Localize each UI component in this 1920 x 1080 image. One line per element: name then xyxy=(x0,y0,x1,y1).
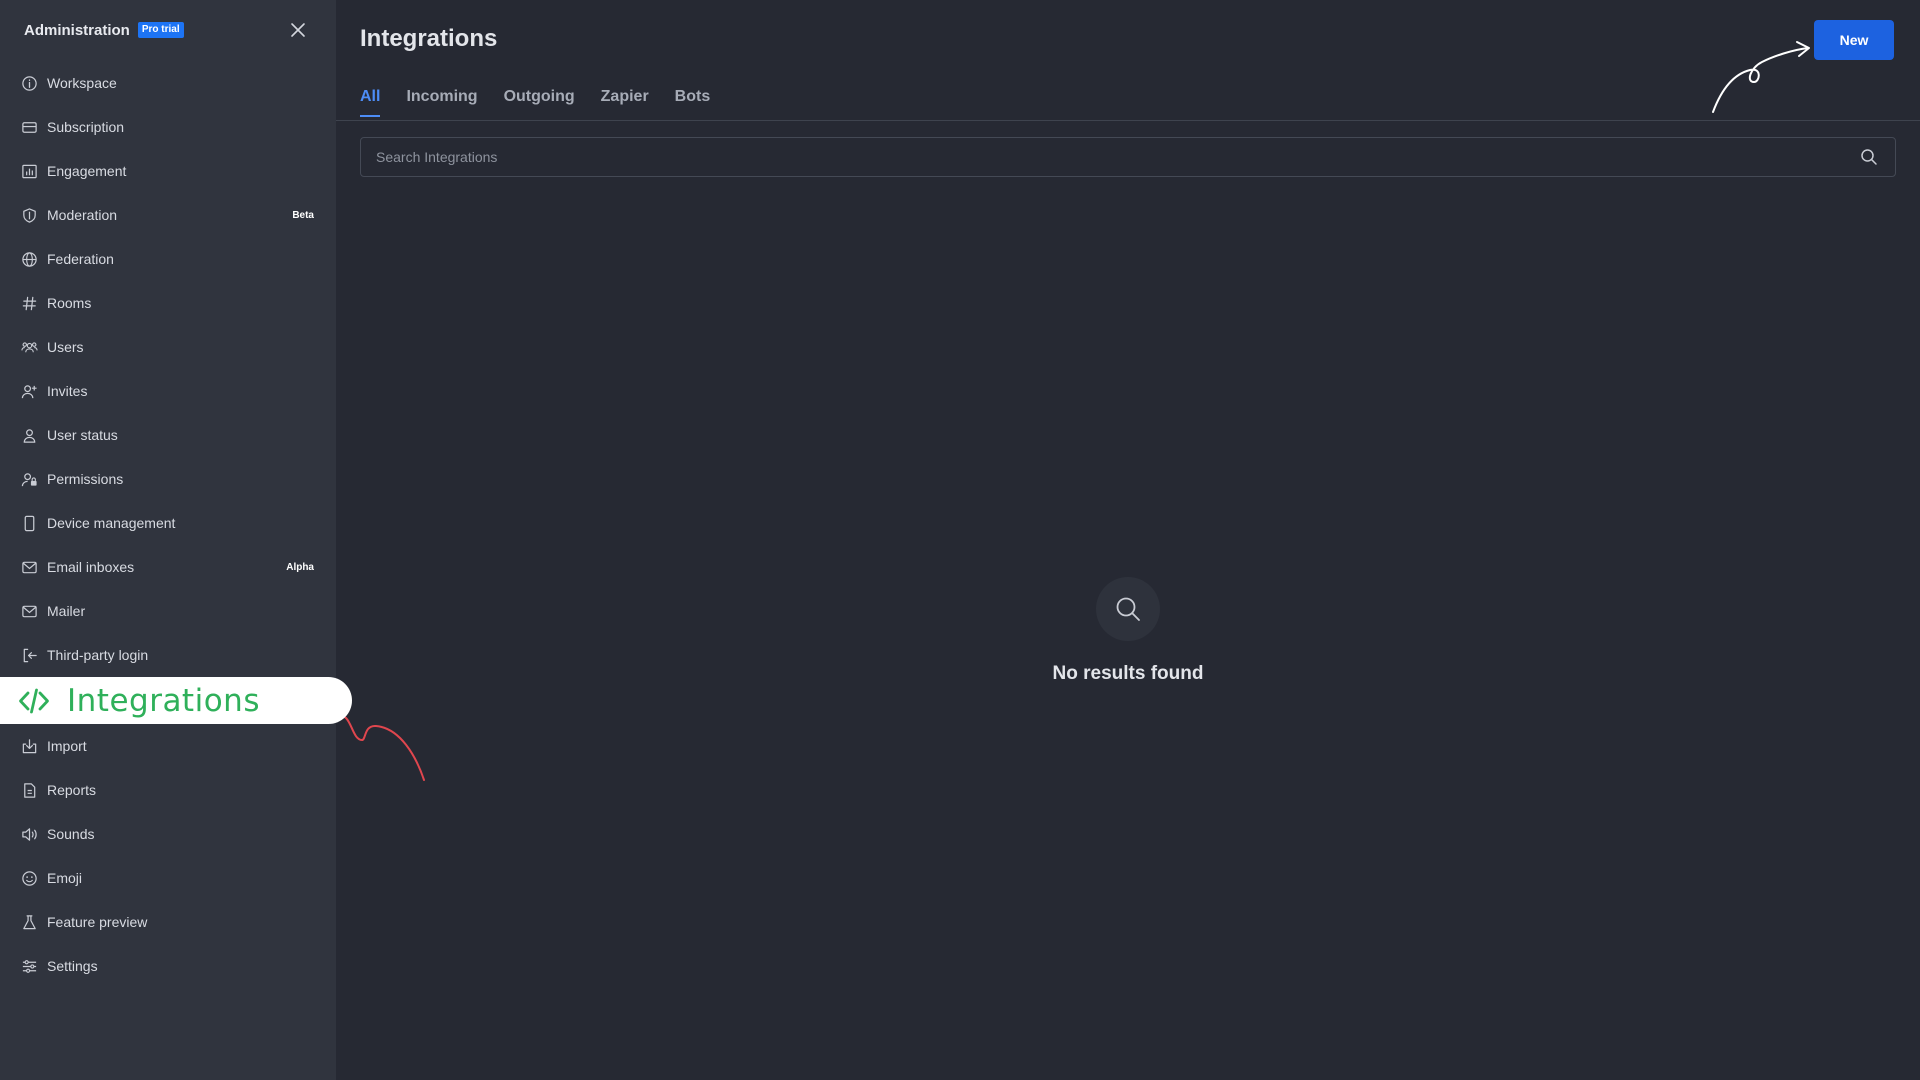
sidebar-item-email-inboxes[interactable]: Email inboxes Alpha xyxy=(0,545,336,589)
sidebar-item-label: Workspace xyxy=(47,75,117,91)
sidebar-item-feature-preview[interactable]: Feature preview xyxy=(0,900,336,944)
volume-icon xyxy=(20,825,38,843)
sidebar-item-label: Feature preview xyxy=(47,914,148,930)
sidebar-item-invites[interactable]: Invites xyxy=(0,369,336,413)
search-input[interactable] xyxy=(361,138,1859,176)
mail-icon xyxy=(20,558,38,576)
team-icon xyxy=(20,338,38,356)
sidebar-item-workspace[interactable]: Workspace xyxy=(0,61,336,105)
sidebar-item-device-management[interactable]: Device management xyxy=(0,501,336,545)
search-box xyxy=(360,137,1896,177)
sidebar-item-users[interactable]: Users xyxy=(0,325,336,369)
empty-state: No results found xyxy=(336,577,1920,685)
card-icon xyxy=(20,118,38,136)
import-icon xyxy=(20,737,38,755)
sidebar-item-import[interactable]: Import xyxy=(0,724,336,768)
sidebar-item-permissions[interactable]: Permissions xyxy=(0,457,336,501)
sidebar-item-label: Engagement xyxy=(47,163,127,179)
tab-all[interactable]: All xyxy=(360,88,381,117)
close-icon[interactable] xyxy=(288,20,308,40)
sidebar-item-settings[interactable]: Settings xyxy=(0,944,336,988)
sidebar-item-label: Device management xyxy=(47,515,176,531)
tab-bar: All Incoming Outgoing Zapier Bots xyxy=(360,88,736,117)
sliders-icon xyxy=(20,957,38,975)
sidebar-item-mailer[interactable]: Mailer xyxy=(0,589,336,633)
sidebar-item-label: Settings xyxy=(47,958,98,974)
new-button[interactable]: New xyxy=(1814,20,1894,60)
tab-zapier[interactable]: Zapier xyxy=(601,88,649,115)
sidebar-item-label: Permissions xyxy=(47,471,124,487)
sidebar-item-rooms[interactable]: Rooms xyxy=(0,281,336,325)
sidebar-item-third-party-login[interactable]: Third-party login xyxy=(0,633,336,677)
sidebar-item-sounds[interactable]: Sounds xyxy=(0,812,336,856)
user-icon xyxy=(20,426,38,444)
sidebar-nav: Workspace Subscription Engagement Modera… xyxy=(0,61,352,988)
alpha-badge: Alpha xyxy=(286,561,314,573)
sidebar-item-label: Moderation xyxy=(47,207,118,223)
login-icon xyxy=(20,646,38,664)
sidebar-item-integrations[interactable]: Integrations xyxy=(0,677,352,724)
hash-icon xyxy=(20,294,38,312)
admin-sidebar: Administration Pro trial Workspace Subsc… xyxy=(0,0,352,1080)
search-icon[interactable] xyxy=(1859,147,1879,167)
info-icon xyxy=(20,74,38,92)
tab-outgoing[interactable]: Outgoing xyxy=(504,88,575,115)
sidebar-item-user-status[interactable]: User status xyxy=(0,413,336,457)
sidebar-item-reports[interactable]: Reports xyxy=(0,768,336,812)
document-icon xyxy=(20,781,38,799)
sidebar-item-label: Third-party login xyxy=(47,647,149,663)
user-plus-icon xyxy=(20,382,38,400)
mobile-icon xyxy=(20,514,38,532)
emoji-icon xyxy=(20,869,38,887)
chart-icon xyxy=(20,162,38,180)
sidebar-item-label: Mailer xyxy=(47,603,86,619)
main-content: Integrations New All Incoming Outgoing Z… xyxy=(336,0,1920,1080)
sidebar-item-moderation[interactable]: Moderation Beta xyxy=(0,193,336,237)
beta-badge: Beta xyxy=(292,209,314,221)
sidebar-item-subscription[interactable]: Subscription xyxy=(0,105,336,149)
sidebar-item-label: Sounds xyxy=(47,826,95,842)
sidebar-item-label: Import xyxy=(47,738,87,754)
sidebar-title: Administration xyxy=(24,21,130,39)
sidebar-item-emoji[interactable]: Emoji xyxy=(0,856,336,900)
sidebar-item-label: Users xyxy=(47,339,84,355)
sidebar-item-federation[interactable]: Federation xyxy=(0,237,336,281)
empty-state-search-icon xyxy=(1096,577,1160,641)
sidebar-item-label: Integrations xyxy=(67,682,260,719)
page-title: Integrations xyxy=(360,25,498,52)
tab-incoming[interactable]: Incoming xyxy=(406,88,477,115)
sidebar-item-engagement[interactable]: Engagement xyxy=(0,149,336,193)
sidebar-item-label: User status xyxy=(47,427,118,443)
tabs-divider xyxy=(336,120,1920,121)
sidebar-item-label: Reports xyxy=(47,782,97,798)
sidebar-item-label: Email inboxes xyxy=(47,559,135,575)
shield-icon xyxy=(20,206,38,224)
flask-icon xyxy=(20,913,38,931)
empty-state-message: No results found xyxy=(1052,663,1204,684)
tab-bots[interactable]: Bots xyxy=(675,88,711,115)
globe-icon xyxy=(20,250,38,268)
user-lock-icon xyxy=(20,470,38,488)
pro-trial-badge: Pro trial xyxy=(137,22,184,38)
sidebar-item-label: Invites xyxy=(47,383,88,399)
sidebar-item-label: Federation xyxy=(47,251,114,267)
sidebar-header: Administration Pro trial xyxy=(0,0,336,60)
code-icon xyxy=(18,685,50,717)
mail-icon xyxy=(20,602,38,620)
sidebar-item-label: Subscription xyxy=(47,119,125,135)
sidebar-item-label: Rooms xyxy=(47,295,92,311)
sidebar-item-label: Emoji xyxy=(47,870,83,886)
